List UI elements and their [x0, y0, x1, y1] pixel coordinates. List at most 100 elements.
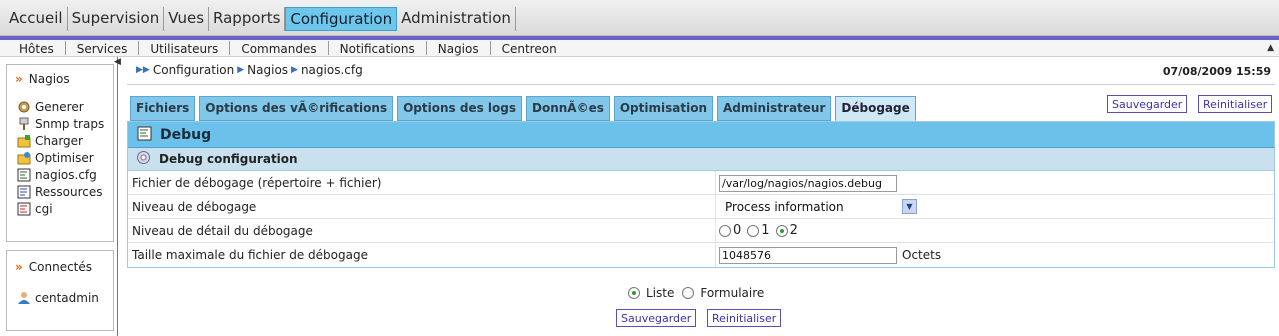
menu-administration[interactable]: Administration — [397, 7, 516, 31]
tab-debogage[interactable]: Débogage — [835, 96, 916, 121]
sidebar-item-label: Snmp traps — [35, 117, 105, 131]
sidebar-item-label: Optimiser — [35, 151, 94, 165]
debug-verbosity-label: Niveau de détail du débogage — [132, 224, 313, 238]
view-option-formulaire: Formulaire — [700, 286, 765, 300]
collapse-sidebar-icon[interactable]: ◀ — [114, 57, 121, 67]
connected-user[interactable]: centadmin — [17, 291, 99, 305]
tab-bar: Fichiers Options des vÃ©rifications Opti… — [130, 96, 920, 121]
verbosity-option-label: 2 — [789, 223, 798, 238]
reset-button-bottom[interactable]: Reinitialiser — [707, 309, 782, 327]
column-divider — [715, 195, 716, 219]
double-arrow-icon: ▶▶ — [136, 65, 150, 75]
breadcrumb-nagios[interactable]: Nagios — [247, 63, 288, 77]
chevron-right-icon: » — [15, 72, 23, 86]
gear-icon — [136, 150, 151, 168]
trap-icon — [17, 117, 31, 131]
chevron-down-icon[interactable]: ▼ — [902, 199, 917, 214]
row-debug-level: Niveau de débogage Process information ▼ — [128, 195, 1274, 219]
panel-header: Debug — [128, 122, 1274, 148]
scroll-up-icon[interactable]: ▲ — [1267, 43, 1274, 53]
submenu-nagios[interactable]: Nagios — [427, 41, 491, 56]
verbosity-radio-1[interactable] — [747, 224, 760, 237]
breadcrumb-nagios-cfg[interactable]: nagios.cfg — [301, 63, 363, 77]
sub-menu-bar: Hôtes Services Utilisateurs Commandes No… — [0, 40, 1279, 57]
breadcrumb: ▶▶ Configuration ▶ Nagios ▶ nagios.cfg — [133, 63, 363, 77]
debug-panel: Debug Debug configuration Fichier de déb… — [127, 121, 1275, 268]
sidebar-item-generer[interactable]: Generer — [17, 100, 84, 114]
menu-rapports[interactable]: Rapports — [209, 7, 286, 31]
sidebar-item-label: cgi — [35, 202, 53, 216]
tab-fichiers[interactable]: Fichiers — [130, 96, 196, 121]
submenu-notifications[interactable]: Notifications — [329, 41, 427, 56]
submenu-hotes[interactable]: Hôtes — [8, 41, 66, 56]
view-radio-formulaire[interactable] — [682, 287, 695, 299]
sidebar-item-optimiser[interactable]: Optimiser — [17, 151, 94, 165]
save-button-bottom[interactable]: Sauvegarder — [616, 309, 697, 327]
view-option-liste: Liste — [646, 286, 675, 300]
sidebar-item-label: Ressources — [35, 185, 103, 199]
datetime: 07/08/2009 15:59 — [1162, 65, 1271, 78]
submenu-commandes[interactable]: Commandes — [230, 41, 329, 56]
cgi-file-icon — [17, 202, 31, 216]
user-icon — [17, 291, 31, 305]
menu-vues[interactable]: Vues — [164, 7, 210, 31]
debug-level-value: Process information — [725, 200, 844, 214]
panel-subtitle: Debug configuration — [159, 152, 298, 166]
verbosity-radio-2[interactable] — [775, 224, 788, 237]
submenu-centreon[interactable]: Centreon — [491, 41, 568, 56]
menu-accueil[interactable]: Accueil — [5, 7, 68, 31]
menu-configuration[interactable]: Configuration — [285, 7, 398, 31]
gear-icon — [17, 100, 31, 114]
sidebar-item-cgi[interactable]: cgi — [17, 202, 53, 216]
save-button-top[interactable]: Sauvegarder — [1107, 95, 1188, 113]
folder-optimize-icon — [17, 151, 31, 165]
verbosity-radio-0[interactable] — [719, 224, 731, 237]
breadcrumb-configuration[interactable]: Configuration — [153, 63, 234, 77]
sidebar-item-nagios-cfg[interactable]: nagios.cfg — [17, 168, 97, 182]
submenu-services[interactable]: Services — [66, 41, 140, 56]
submenu-utilisateurs[interactable]: Utilisateurs — [139, 41, 231, 56]
sidebar-item-charger[interactable]: Charger — [17, 134, 83, 148]
column-divider — [715, 171, 716, 195]
divider — [127, 84, 1275, 85]
config-file-icon — [17, 168, 31, 182]
sidebar-item-label: Generer — [35, 100, 84, 114]
sidebar-item-label: nagios.cfg — [35, 168, 97, 182]
debug-maxsize-input[interactable]: 1048576 — [719, 247, 897, 264]
row-debug-verbosity: Niveau de détail du débogage 0 1 2 — [128, 219, 1274, 243]
row-debug-maxsize: Taille maximale du fichier de débogage 1… — [128, 243, 1274, 267]
menu-supervision[interactable]: Supervision — [68, 7, 165, 31]
folder-load-icon — [17, 134, 31, 148]
tab-options-logs[interactable]: Options des logs — [397, 96, 522, 121]
sidebar-nagios-box: » Nagios Generer Snmp traps Charger Optim… — [6, 64, 114, 242]
tab-options-verifications[interactable]: Options des vÃ©rifications — [199, 96, 394, 121]
tab-optimisation[interactable]: Optimisation — [613, 96, 713, 121]
tab-donnees[interactable]: DonnÃ©es — [526, 96, 610, 121]
resource-file-icon — [17, 185, 31, 199]
view-mode-selector: Liste Formulaire — [628, 286, 764, 300]
verbosity-radio-group: 0 1 2 — [719, 223, 798, 238]
row-debug-file: Fichier de débogage (répertoire + fichie… — [128, 171, 1274, 195]
column-divider — [715, 243, 716, 267]
sidebar-item-ressources[interactable]: Ressources — [17, 185, 103, 199]
document-icon — [137, 126, 152, 144]
view-radio-liste[interactable] — [628, 287, 640, 299]
debug-level-select[interactable]: Process information ▼ — [719, 198, 917, 216]
arrow-right-icon: ▶ — [237, 65, 245, 75]
debug-level-label: Niveau de débogage — [132, 200, 257, 214]
verbosity-option-label: 1 — [761, 223, 770, 238]
column-divider — [715, 219, 716, 243]
panel-title: Debug — [160, 126, 212, 143]
panel-subheader: Debug configuration — [128, 148, 1274, 171]
maxsize-unit: Octets — [902, 248, 942, 262]
tab-administrateur[interactable]: Administrateur — [717, 96, 832, 121]
reset-button-top[interactable]: Reinitialiser — [1198, 95, 1273, 113]
arrow-right-icon: ▶ — [291, 65, 298, 75]
user-name: centadmin — [35, 291, 99, 305]
sidebar: » Nagios Generer Snmp traps Charger Optim… — [0, 57, 118, 336]
sidebar-connected-title: » Connectés — [15, 260, 93, 274]
top-menu-bar: Accueil Supervision Vues Rapports Config… — [0, 0, 1279, 36]
sidebar-item-snmp-traps[interactable]: Snmp traps — [17, 117, 104, 131]
debug-file-label: Fichier de débogage (répertoire + fichie… — [132, 176, 382, 190]
debug-file-input[interactable]: /var/log/nagios/nagios.debug — [719, 175, 897, 192]
